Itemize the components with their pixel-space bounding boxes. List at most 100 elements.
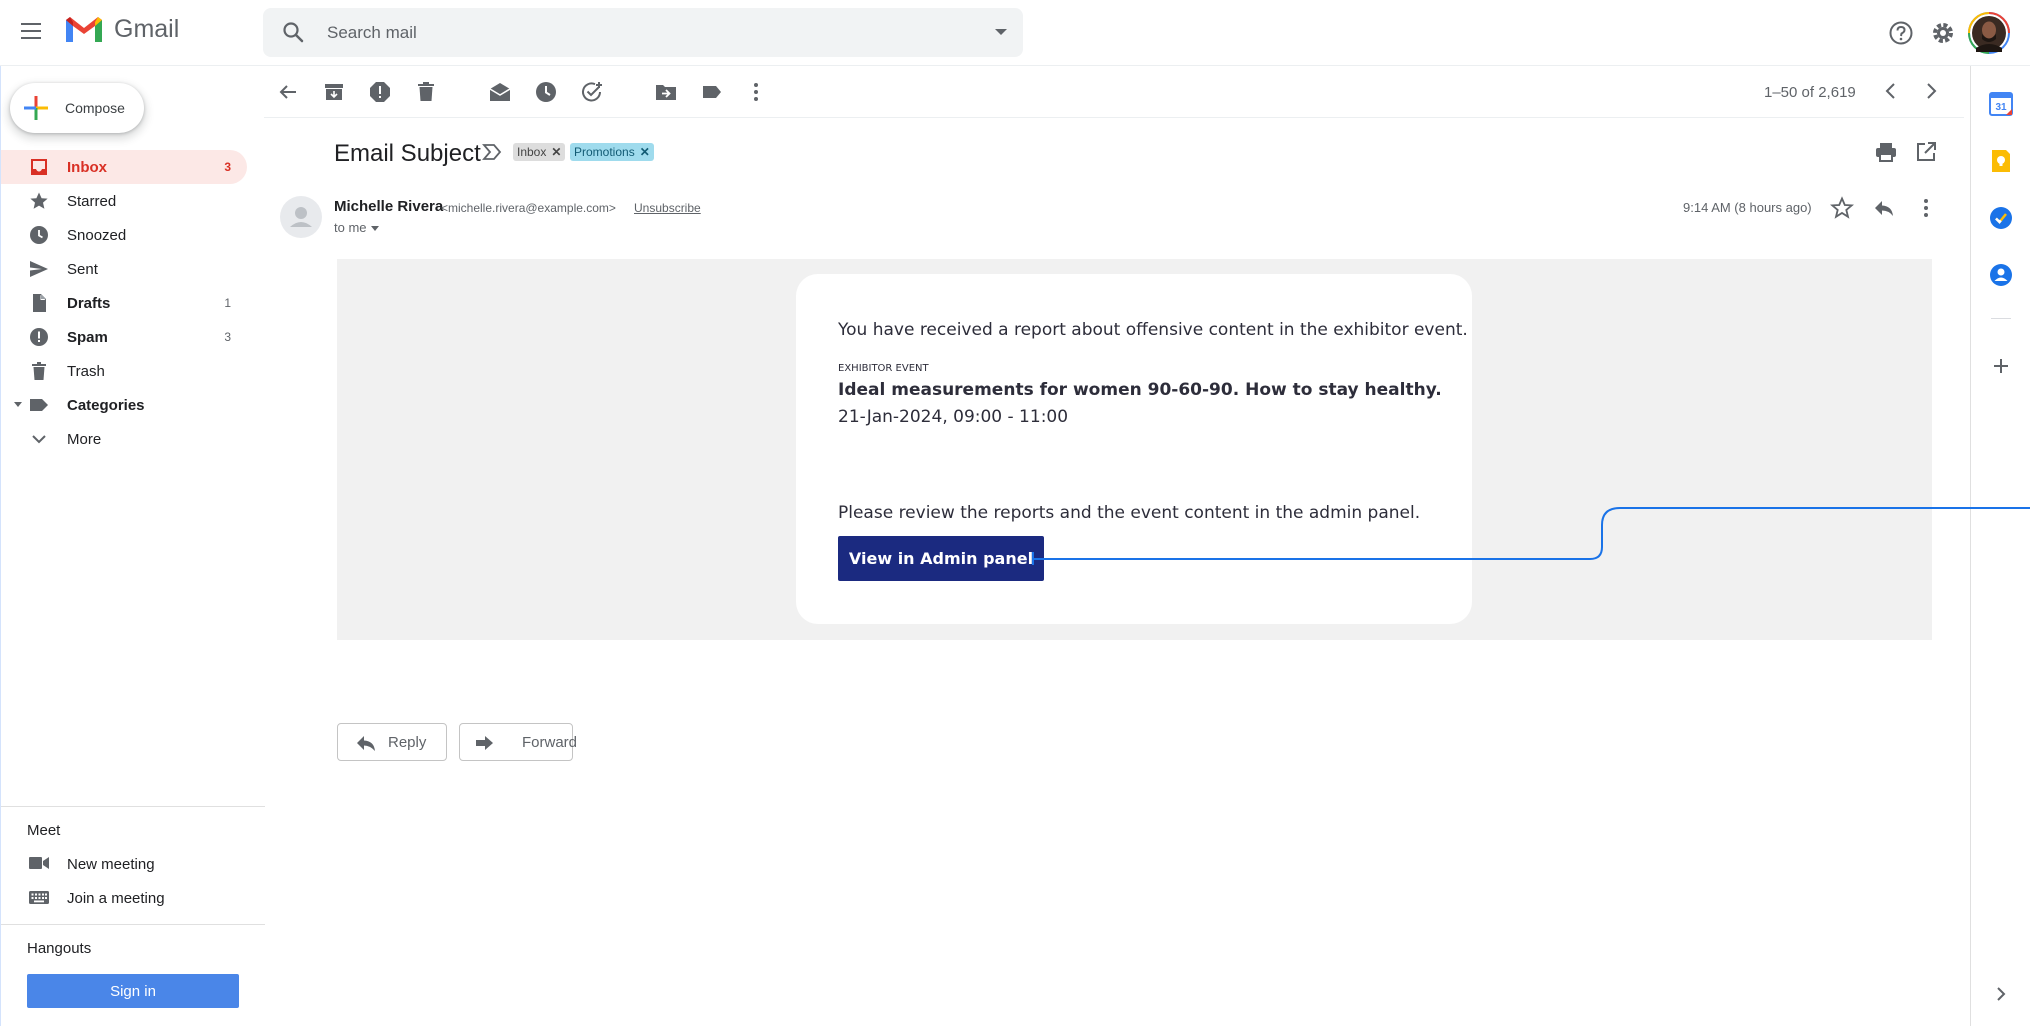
remove-label-close-icon[interactable]: ✕ [640,145,650,159]
expand-caret-icon[interactable] [14,402,22,407]
forward-button[interactable]: Forward [459,723,577,761]
reply-label: Reply [388,734,427,751]
sidebar-item-spam[interactable]: Spam 3 [1,320,247,354]
recipient-label: to me [334,220,367,235]
message-timestamp: 9:14 AM (8 hours ago) [1683,200,1812,215]
label-chip-inbox[interactable]: Inbox ✕ [513,143,566,161]
move-to-folder-icon[interactable] [654,80,678,104]
report-spam-icon[interactable] [368,80,392,104]
sidebar-item-snoozed[interactable]: Snoozed [1,218,247,252]
recipient-details[interactable]: to me [334,220,379,235]
clock-icon [30,226,48,244]
pagination-range: 1–50 of 2,619 [1764,84,1856,101]
trash-icon [32,362,46,380]
email-body: You have received a report about offensi… [337,259,1932,640]
sidebar-item-label: Inbox [67,158,107,176]
archive-icon[interactable] [322,80,346,104]
settings-gear-icon[interactable] [1930,20,1956,46]
sidebar-item-label: Starred [67,192,117,210]
chevron-down-icon [32,435,46,444]
account-avatar[interactable] [1968,12,2010,54]
unread-count: 3 [224,160,231,174]
sidebar-item-label: Sent [67,260,98,278]
open-in-new-window-icon[interactable] [1914,140,1938,164]
svg-text:31: 31 [1995,102,2007,113]
search-bar [263,8,1023,57]
show-details-caret-icon[interactable] [370,226,379,232]
compose-plus-icon [24,96,48,120]
sidebar-item-more[interactable]: More [1,422,247,456]
show-side-panel-chevron-icon[interactable] [1993,986,2009,1002]
gmail-m-icon [66,17,102,42]
sender-name[interactable]: Michelle Rivera [334,198,443,215]
importance-marker-icon[interactable] [482,143,502,161]
top-bar: Gmail [0,0,2030,66]
keep-notes-icon[interactable] [1989,149,2013,173]
print-icon[interactable] [1874,140,1898,164]
star-outline-icon[interactable] [1830,196,1854,220]
sidebar-item-starred[interactable]: Starred [1,184,247,218]
video-camera-icon [29,857,49,869]
send-icon [30,261,48,277]
sidebar-item-label: Categories [67,396,145,414]
left-sidebar: Compose Inbox 3 Starred Snoozed Sent Dra… [0,66,265,1026]
keyboard-icon [29,891,49,904]
reply-icon [357,736,375,751]
back-arrow-icon[interactable] [276,80,300,104]
remove-label-close-icon[interactable]: ✕ [551,145,561,159]
contacts-icon[interactable] [1989,263,2013,287]
hangouts-heading: Hangouts [27,940,92,957]
gmail-wordmark: Gmail [114,14,180,43]
gmail-logo[interactable]: Gmail [64,14,179,44]
view-in-admin-panel-button[interactable]: View in Admin panel [838,536,1044,581]
snooze-clock-icon[interactable] [534,80,558,104]
older-chevron-right-icon[interactable] [1920,80,1942,102]
spam-count: 3 [224,330,231,344]
sidebar-item-categories[interactable]: Categories [1,388,247,422]
sidebar-item-sent[interactable]: Sent [1,252,247,286]
newer-chevron-left-icon[interactable] [1880,80,1902,102]
calendar-icon[interactable]: 31 [1989,92,2013,116]
reply-arrow-icon[interactable] [1872,196,1896,220]
label-chip-promotions[interactable]: Promotions ✕ [570,143,654,161]
help-icon[interactable] [1888,20,1914,46]
star-icon [30,192,48,209]
sender-email: <michelle.rivera@example.com> [441,201,616,215]
sidebar-item-inbox[interactable]: Inbox 3 [1,150,247,184]
label-chip-text: Promotions [574,145,635,159]
join-meeting-item[interactable]: Join a meeting [1,881,265,915]
forward-arrow-icon [476,736,493,750]
reply-button[interactable]: Reply [337,723,447,761]
sidebar-item-trash[interactable]: Trash [1,354,247,388]
sidebar-item-label: Spam [67,328,108,346]
tasks-icon[interactable] [1989,206,2013,230]
search-icon[interactable] [281,20,305,44]
more-vertical-icon[interactable] [744,80,768,104]
email-card: You have received a report about offensi… [796,274,1472,624]
new-meeting-label: New meeting [67,856,155,873]
spam-report-icon [30,328,48,346]
search-input[interactable] [327,8,927,57]
add-addon-plus-icon[interactable] [1991,356,2011,376]
sender-avatar[interactable] [280,196,322,238]
sidebar-item-label: More [67,430,102,448]
mail-folders: Inbox 3 Starred Snoozed Sent Drafts 1 Sp… [1,150,247,456]
new-meeting-item[interactable]: New meeting [1,847,265,881]
draft-file-icon [33,294,46,312]
search-options-icon[interactable] [995,29,1007,35]
sidebar-item-drafts[interactable]: Drafts 1 [1,286,247,320]
event-title: Ideal measurements for women 90-60-90. H… [838,380,1442,400]
delete-trash-icon[interactable] [414,80,438,104]
mark-unread-icon[interactable] [488,80,512,104]
hangouts-sign-in-button[interactable]: Sign in [27,974,239,1008]
compose-label: Compose [65,100,125,116]
compose-button[interactable]: Compose [10,83,144,133]
unsubscribe-link[interactable]: Unsubscribe [634,201,701,215]
message-toolbar [264,66,1964,118]
label-icon[interactable] [700,80,724,104]
event-type-tag: EXHIBITOR EVENT [838,363,929,374]
review-instruction-text: Please review the reports and the event … [838,503,1421,523]
more-options-vertical-icon[interactable] [1914,196,1938,220]
add-to-tasks-icon[interactable] [580,80,604,104]
main-menu-button[interactable] [14,14,48,48]
